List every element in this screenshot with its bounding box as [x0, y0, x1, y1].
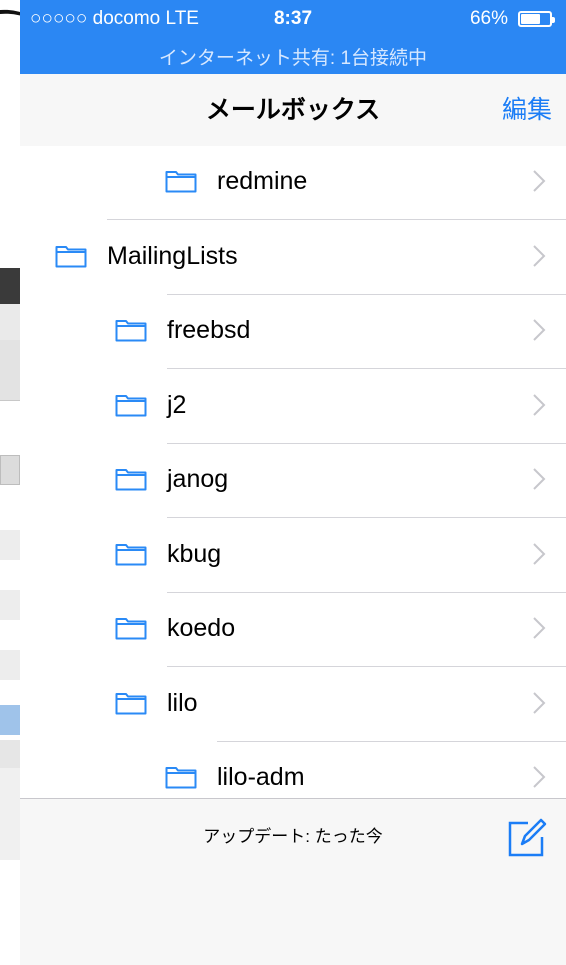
background-selected-row	[0, 705, 20, 735]
mailbox-row[interactable]: kbug	[20, 519, 566, 593]
mailbox-label: redmine	[217, 167, 308, 195]
mailbox-label: MailingLists	[107, 241, 238, 270]
mailbox-label: j2	[167, 390, 187, 419]
chevron-right-icon	[533, 319, 546, 341]
mailbox-row[interactable]: MailingLists	[20, 221, 566, 295]
mailbox-list: redmine MailingLists freebsd j2 janog kbug koe…	[20, 146, 566, 891]
bottom-toolbar: アップデート: たった今	[20, 798, 566, 897]
mailbox-label: freebsd	[167, 316, 251, 344]
chevron-right-icon	[533, 393, 546, 416]
background-row	[0, 650, 20, 680]
folder-icon	[115, 394, 147, 416]
battery-percentage: 66%	[469, 8, 508, 29]
chevron-right-icon	[533, 542, 546, 565]
folder-icon	[115, 618, 147, 640]
battery-icon	[518, 11, 555, 27]
mailbox-label: koedo	[167, 614, 236, 642]
background-button	[0, 340, 20, 401]
mailbox-row[interactable]: janog	[20, 444, 566, 518]
update-status: アップデート: たった今	[203, 827, 383, 846]
background-window	[0, 0, 20, 965]
chevron-right-icon	[533, 468, 546, 490]
compose-icon	[508, 818, 547, 857]
background-curve	[0, 2, 20, 78]
bottom-area	[20, 896, 566, 965]
mailbox-row[interactable]: redmine	[20, 146, 566, 220]
folder-icon	[115, 320, 147, 342]
folder-icon	[165, 767, 197, 789]
chevron-right-icon	[533, 766, 546, 788]
mailbox-row[interactable]: j2	[20, 370, 566, 444]
mailbox-label: janog	[167, 465, 229, 493]
background-row	[0, 590, 20, 620]
compose-button[interactable]	[506, 817, 548, 859]
folder-icon	[165, 171, 197, 193]
page-title: メールボックス	[205, 96, 381, 124]
folder-icon	[55, 245, 87, 267]
edit-button[interactable]: 編集	[502, 74, 552, 146]
background-row	[0, 740, 20, 769]
phone-screen: ○○○○○ docomo LTE 8:37 66% インターネット共有: 1台接…	[20, 0, 566, 965]
chevron-right-icon	[533, 244, 546, 267]
background-titlebar	[0, 268, 20, 304]
chevron-right-icon	[533, 617, 546, 639]
navigation-bar: メールボックス 編集	[20, 74, 566, 147]
mailbox-row[interactable]: koedo	[20, 593, 566, 667]
chevron-right-icon	[533, 691, 546, 714]
tethering-status: インターネット共有: 1台接続中	[158, 48, 428, 69]
folder-icon	[115, 469, 147, 491]
mailbox-label: lilo	[167, 688, 198, 717]
chevron-right-icon	[533, 170, 546, 192]
mailbox-row[interactable]: freebsd	[20, 295, 566, 369]
background-panel	[0, 768, 20, 860]
mailbox-row[interactable]: lilo	[20, 668, 566, 742]
status-bar: ○○○○○ docomo LTE 8:37 66% インターネット共有: 1台接…	[20, 0, 566, 74]
background-row	[0, 530, 20, 560]
background-field	[0, 455, 20, 485]
folder-icon	[115, 692, 147, 714]
mailbox-label: kbug	[167, 539, 222, 568]
folder-icon	[115, 543, 147, 565]
background-toolbar	[0, 304, 20, 341]
